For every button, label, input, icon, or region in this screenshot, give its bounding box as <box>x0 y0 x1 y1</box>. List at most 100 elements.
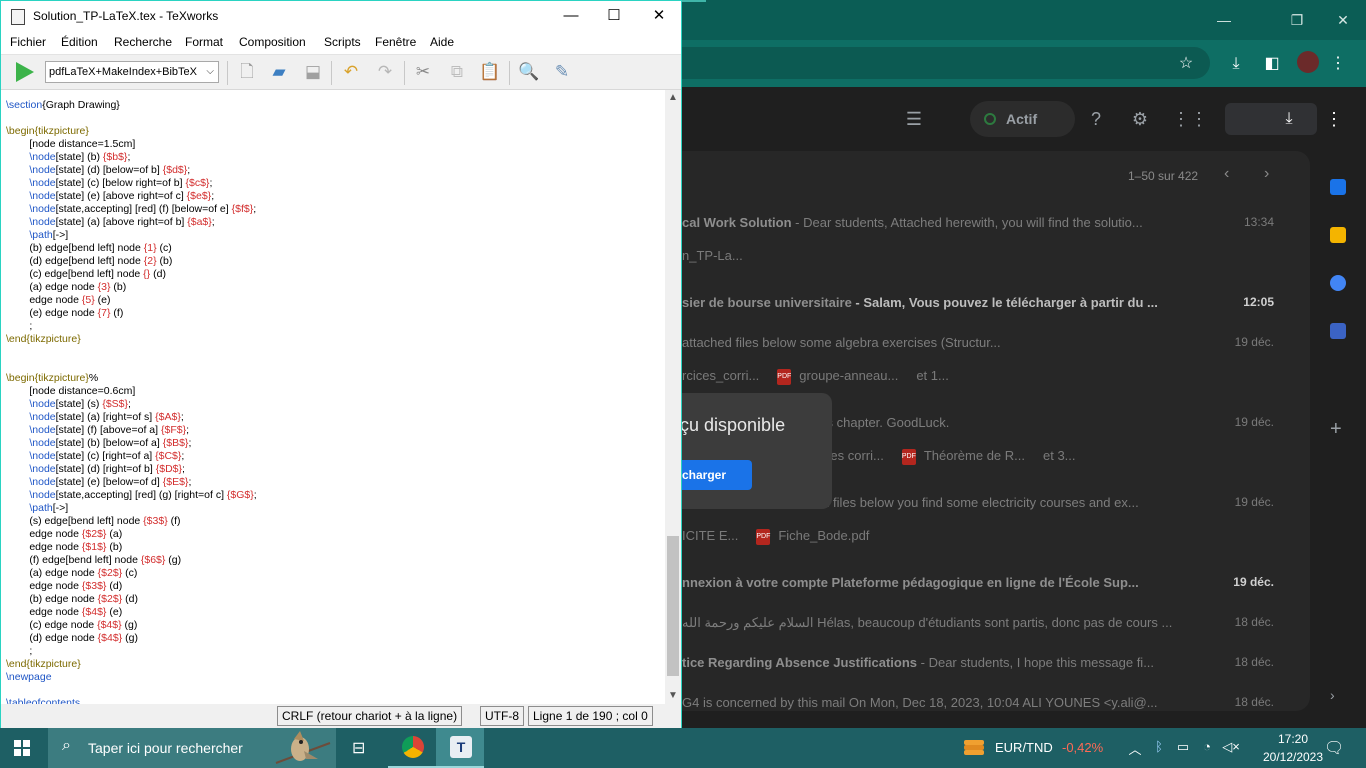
help-icon[interactable]: ? <box>1084 107 1108 131</box>
attachment-chip[interactable]: et 3... <box>1043 443 1076 469</box>
code-line: (f) edge[bend left] node {$6$} (g) <box>6 554 182 566</box>
menu-scripts[interactable]: Scripts <box>324 35 361 49</box>
menu-recherche[interactable]: Recherche <box>114 35 172 49</box>
attachment-chip[interactable]: rcices_corri... <box>682 363 759 389</box>
task-view-icon[interactable]: ⊟ <box>338 728 386 768</box>
code-line: edge node {5} (e) <box>6 294 111 306</box>
menu-fenetre[interactable]: Fenêtre <box>375 35 416 49</box>
code-line: edge node {$4$} (e) <box>6 606 123 618</box>
code-line: \end{tikzpicture} <box>6 658 81 670</box>
currency-pair[interactable]: EUR/TND <box>995 740 1053 755</box>
chevron-up-icon[interactable]: ︿ <box>1126 739 1144 758</box>
maximize-button[interactable]: ☐ <box>602 5 626 27</box>
notification-icon[interactable]: 🗨 <box>1324 738 1344 757</box>
code-line: ; <box>6 645 33 657</box>
mail-row[interactable]: السلام عليكم ورحمة الله Hélas, beaucoup … <box>682 603 1310 643</box>
save-icon[interactable]: ⬓ <box>301 60 325 84</box>
more-options-icon[interactable]: ⋮ <box>1322 107 1346 131</box>
texworks-taskbar-icon[interactable]: T <box>436 728 484 768</box>
contacts-icon[interactable] <box>1330 323 1346 339</box>
find-icon[interactable]: 🔍 <box>517 60 541 84</box>
paste-icon[interactable]: 📋 <box>478 60 502 84</box>
attachment-chip[interactable]: PDF Fiche_Bode.pdf <box>756 523 869 549</box>
calendar-icon[interactable] <box>1330 179 1346 195</box>
mail-subject: attached files below some algebra exerci… <box>682 335 1242 350</box>
mail-row[interactable]: nnexion à votre compte Plateforme pédago… <box>682 563 1310 603</box>
attachment-name: groupe-anneau... <box>799 368 899 383</box>
downloads-icon[interactable]: ⤓ <box>1224 52 1248 76</box>
cut-icon[interactable]: ✂ <box>411 60 435 84</box>
code-line: edge node {$2$} (a) <box>6 528 123 540</box>
clock-date[interactable]: 20/12/2023 <box>1262 750 1324 764</box>
engine-select[interactable]: pdfLaTeX+MakeIndex+BibTeX ⌵ <box>45 61 219 83</box>
typeset-run-icon[interactable] <box>16 62 34 82</box>
prev-page-icon[interactable]: ‹ <box>1224 165 1229 183</box>
attachment-chip[interactable]: et 1... <box>916 363 949 389</box>
download-bubble[interactable] <box>1225 103 1317 135</box>
chrome-restore-icon[interactable]: ❐ <box>1285 8 1309 32</box>
clock-time[interactable]: 17:20 <box>1267 732 1319 746</box>
code-line: edge node {$3$} (d) <box>6 580 123 592</box>
next-page-icon[interactable]: › <box>1264 165 1269 183</box>
attachment-chip[interactable]: ICITE E... <box>682 523 738 549</box>
side-panel-icon[interactable]: ◧ <box>1260 52 1284 76</box>
mail-row[interactable]: G4 is concerned by this mail On Mon, Dec… <box>682 683 1310 711</box>
attachment-chip[interactable]: PDF Théorème de R... <box>901 443 1025 469</box>
new-file-icon[interactable]: 🗋 <box>235 60 259 84</box>
minimize-button[interactable]: — <box>559 5 583 27</box>
code-editor[interactable]: \section{Graph Drawing} \begin{tikzpictu… <box>1 90 665 704</box>
dialog-download-button[interactable]: charger <box>682 460 752 490</box>
copy-icon[interactable]: ⧉ <box>445 60 469 84</box>
apps-grid-icon[interactable]: ⋮⋮ <box>1172 107 1208 131</box>
open-folder-icon[interactable]: ▰ <box>267 60 291 84</box>
chrome-menu-icon[interactable]: ⋮ <box>1326 52 1350 76</box>
attachment-chip[interactable]: n_TP-La... <box>682 243 743 269</box>
expand-panel-icon[interactable]: › <box>1330 687 1346 703</box>
chrome-close-icon[interactable]: ✕ <box>1331 8 1355 32</box>
redo-icon[interactable]: ↷ <box>373 60 397 84</box>
tasks-icon[interactable] <box>1330 275 1346 291</box>
code-line: \node[state] (f) [above=of a] {$F$}; <box>29 424 190 436</box>
menu-composition[interactable]: Composition <box>239 35 306 49</box>
status-chip[interactable]: Actif <box>970 101 1075 137</box>
vertical-scrollbar[interactable]: ▲ ▼ <box>665 90 681 704</box>
close-button[interactable]: ✕ <box>647 5 671 27</box>
volume-icon[interactable]: ◁× <box>1222 739 1240 755</box>
scroll-up-icon[interactable]: ▲ <box>668 92 678 103</box>
bluetooth-icon[interactable]: ᛒ <box>1150 739 1168 754</box>
encoding-status[interactable]: UTF-8 <box>480 706 524 726</box>
attachment-chips: rcices_corri... PDF groupe-anneau... et 1..… <box>682 363 967 391</box>
line-ending-status[interactable]: CRLF (retour chariot + à la ligne) <box>277 706 463 726</box>
settings-gear-icon[interactable]: ⚙ <box>1128 107 1152 131</box>
menu-format[interactable]: Format <box>185 35 223 49</box>
keep-icon[interactable] <box>1330 227 1346 243</box>
menu-aide[interactable]: Aide <box>430 35 454 49</box>
code-line: \node[state] (e) [above right=of c] {$e$… <box>29 190 215 202</box>
mail-row[interactable]: sier de bourse universitaire - Salam, Vo… <box>682 283 1310 323</box>
download-arrow-icon[interactable]: ⤓ <box>1277 107 1301 131</box>
attachment-chip[interactable]: PDF groupe-anneau... <box>777 363 898 389</box>
profile-avatar[interactable] <box>1297 51 1319 73</box>
bookmark-star-icon[interactable]: ☆ <box>1174 52 1198 76</box>
mail-row[interactable]: tice Regarding Absence Justifications - … <box>682 643 1310 683</box>
mail-snippet: - Dear students, I hope this message fi.… <box>917 655 1155 670</box>
menu-fichier[interactable]: Fichier <box>10 35 46 49</box>
mail-row[interactable]: attached files below some algebra exerci… <box>682 323 1310 385</box>
chrome-taskbar-icon[interactable] <box>388 728 436 768</box>
menu-edition[interactable]: Édition <box>61 35 98 49</box>
undo-icon[interactable]: ↶ <box>339 60 363 84</box>
scroll-down-icon[interactable]: ▼ <box>668 690 678 701</box>
address-bar[interactable] <box>660 47 1210 79</box>
filter-icon[interactable]: ☰ <box>902 107 926 131</box>
replace-icon[interactable]: ✎ <box>550 60 574 84</box>
windows-start-icon[interactable] <box>14 740 30 756</box>
add-app-icon[interactable]: + <box>1330 419 1346 439</box>
taskbar-search[interactable]: ⌕ Taper ici pour rechercher <box>48 728 336 768</box>
scrollbar-thumb[interactable] <box>667 536 679 676</box>
mail-row[interactable]: cal Work Solution - Dear students, Attac… <box>682 203 1310 263</box>
wifi-icon[interactable]: ◔ <box>1198 739 1216 754</box>
chrome-minimize-icon[interactable]: — <box>1212 8 1236 32</box>
mail-snippet: G4 is concerned by this mail On Mon, Dec… <box>682 695 1158 710</box>
battery-icon[interactable]: ▭ <box>1174 739 1192 755</box>
